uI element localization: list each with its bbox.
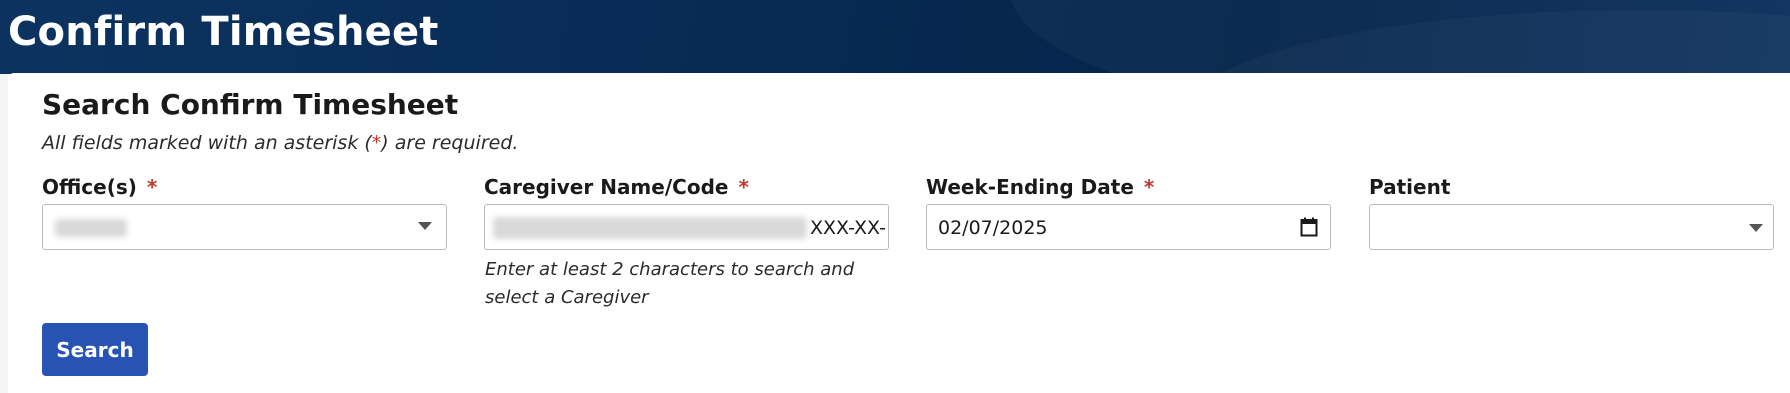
- required-note: All fields marked with an asterisk (*) a…: [42, 130, 518, 156]
- caregiver-help-text: Enter at least 2 characters to search an…: [485, 259, 855, 308]
- week-ending-label-text: Week-Ending Date: [926, 175, 1134, 199]
- search-card: Search Confirm Timesheet All fields mark…: [8, 73, 1790, 393]
- header-banner: Confirm Timesheet: [0, 0, 1790, 74]
- required-marker: *: [1143, 175, 1155, 199]
- card-title: Search Confirm Timesheet: [42, 88, 459, 121]
- calendar-icon[interactable]: [1300, 217, 1318, 237]
- redacted-value: [55, 219, 127, 237]
- week-ending-date-value: 02/07/2025: [938, 217, 1048, 239]
- week-ending-date-input[interactable]: 02/07/2025: [926, 204, 1331, 250]
- required-marker: *: [146, 175, 158, 199]
- caregiver-code-suffix: XXX-XX-: [810, 217, 886, 239]
- caregiver-label-text: Caregiver Name/Code: [484, 175, 729, 199]
- caregiver-input[interactable]: XXX-XX-: [484, 204, 889, 250]
- redacted-value: [493, 217, 807, 239]
- offices-label: Office(s) *: [42, 173, 157, 201]
- required-note-suffix: ) are required.: [381, 132, 519, 154]
- patient-label-text: Patient: [1369, 175, 1451, 199]
- page: Confirm Timesheet Search Confirm Timeshe…: [0, 0, 1790, 393]
- required-asterisk: *: [371, 132, 382, 154]
- required-marker: *: [738, 175, 749, 199]
- patient-label: Patient: [1369, 173, 1450, 201]
- week-ending-label: Week-Ending Date *: [926, 173, 1154, 201]
- required-note-prefix: All fields marked with an asterisk (: [42, 132, 372, 154]
- caregiver-label: Caregiver Name/Code *: [484, 173, 749, 201]
- chevron-down-icon: [1749, 224, 1763, 232]
- patient-select[interactable]: [1369, 204, 1774, 250]
- search-button[interactable]: Search: [42, 323, 148, 376]
- page-title: Confirm Timesheet: [8, 9, 439, 55]
- offices-label-text: Office(s): [42, 175, 137, 199]
- offices-select[interactable]: [42, 204, 447, 250]
- chevron-down-icon: [418, 222, 432, 230]
